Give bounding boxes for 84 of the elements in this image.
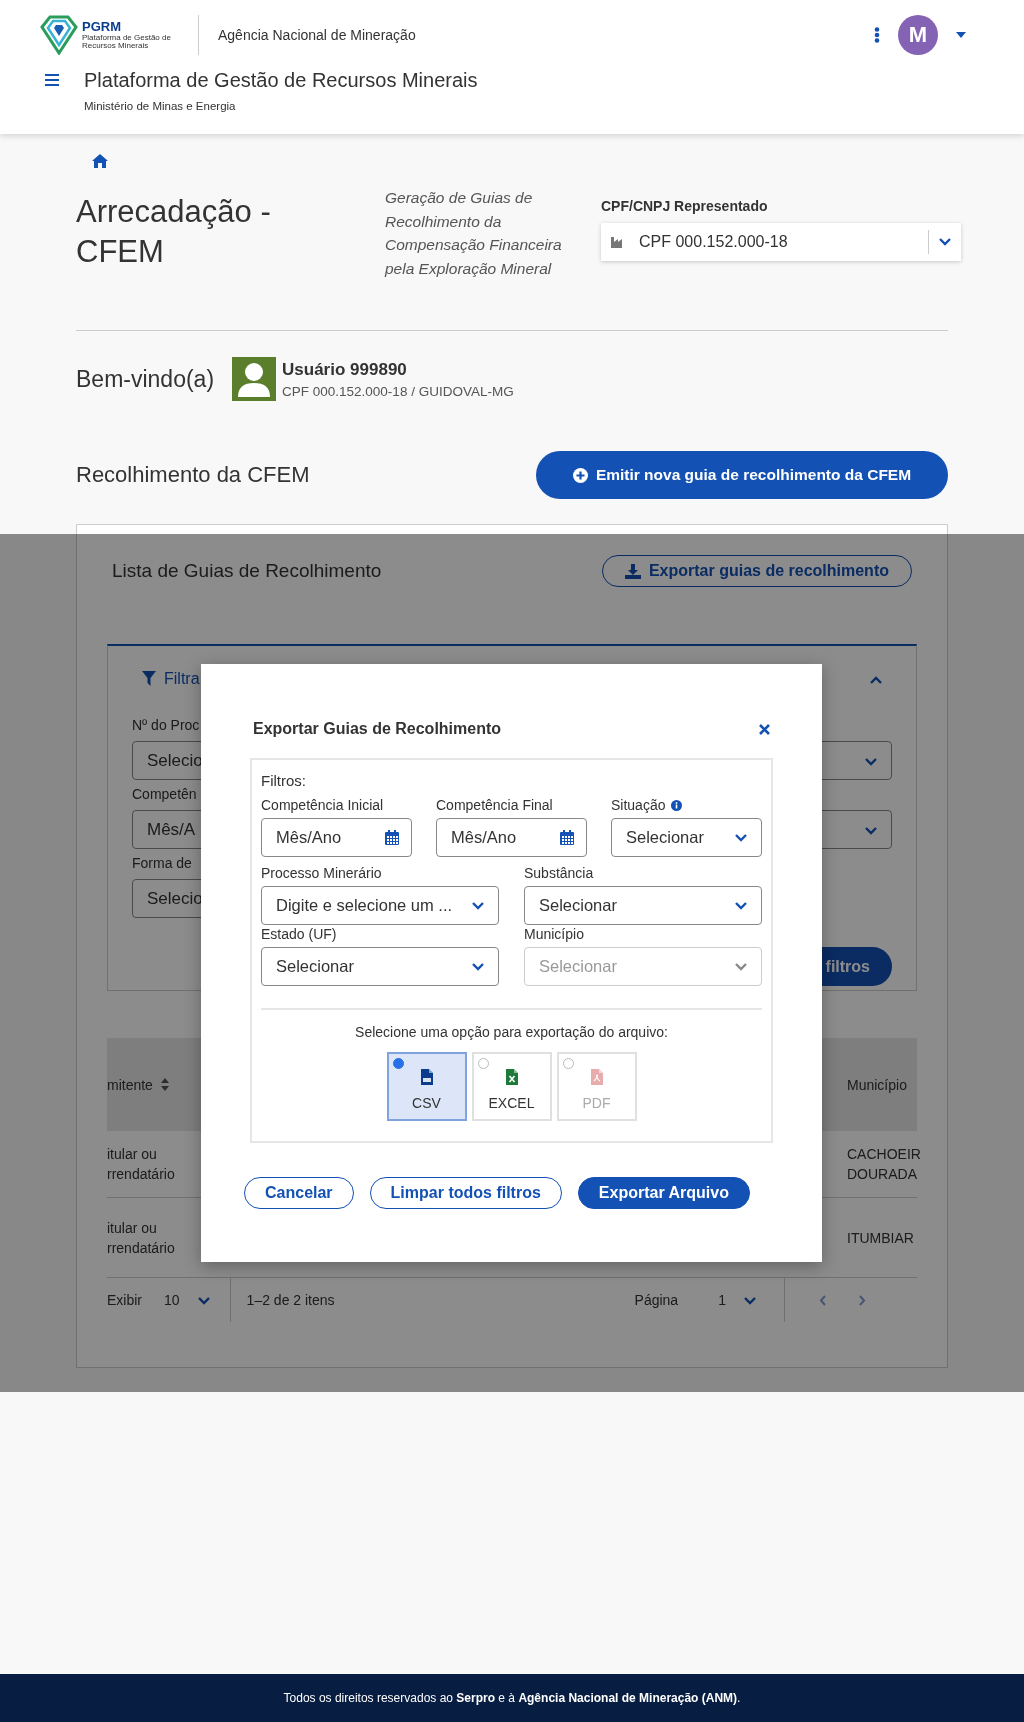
field-label: Competên: [132, 786, 197, 802]
field-label: Município: [524, 926, 584, 942]
field-label: Processo Minerário: [261, 865, 382, 881]
radio-button[interactable]: [392, 1058, 404, 1069]
field-label: Competência Final: [436, 797, 553, 813]
dialog-title: Exportar Guias de Recolhimento: [253, 720, 502, 738]
field-label: Estado (UF): [261, 926, 337, 942]
filter-title[interactable]: Filtra: [164, 669, 200, 688]
format-option[interactable]: EXCEL: [471, 1052, 552, 1121]
calendar-icon[interactable]: [385, 830, 399, 845]
select-field[interactable]: Selecionar: [261, 947, 499, 986]
ministry-name: Ministério de Minas e Energia: [84, 100, 237, 112]
page-title: Arrecadação - CFEM: [76, 193, 272, 271]
table-cell-text: ITUMBIAR: [847, 1228, 914, 1248]
emit-guide-button[interactable]: Emitir nova guia de recolhimento da CFEM: [536, 451, 948, 499]
card-title: Lista de Guias de Recolhimento: [112, 560, 382, 582]
export-file-button[interactable]: Exportar Arquivo: [577, 1177, 750, 1209]
date-field[interactable]: Mês/Ano: [261, 818, 412, 857]
welcome-text: Bem-vindo(a): [76, 365, 215, 393]
date-field[interactable]: Mês/Ano: [436, 818, 587, 857]
dialog-button[interactable]: Limpar todos filtros: [369, 1177, 562, 1209]
caret-icon[interactable]: [956, 32, 966, 38]
dialog-button[interactable]: Cancelar: [244, 1177, 354, 1209]
menu-icon[interactable]: [45, 74, 59, 86]
logo-name: Plataforma de Gestão de Recursos Minerais: [82, 34, 172, 50]
caret-icon: [197, 1297, 210, 1305]
field-label: CPF/CNPJ Representado: [601, 198, 769, 214]
caret-icon: [472, 962, 484, 971]
calendar-icon[interactable]: [560, 830, 574, 845]
logo-icon: [40, 15, 78, 55]
page-size-select[interactable]: 10: [164, 1292, 180, 1308]
field-label: Competência Inicial: [261, 797, 384, 813]
csv-file-icon: [420, 1069, 433, 1085]
footer-text: Todos os direitos reservados ao Serpro e à Agência Nacional de Mineração (ANM).: [0, 1674, 1024, 1722]
column-header[interactable]: mitente: [107, 1074, 153, 1095]
field-label: Nº do Proc: [132, 717, 200, 733]
more-options-icon[interactable]: [874, 27, 880, 43]
select-field[interactable]: CPF 000.152.000-18: [601, 223, 961, 261]
collapse-icon: [870, 675, 882, 684]
table-cell-text: CACHOEIR DOURADA: [847, 1145, 921, 1184]
caret-icon: [939, 238, 951, 246]
user-name: Usuário 999890: [282, 359, 408, 380]
caret-icon: [865, 826, 877, 835]
logo-acronym: PGRM: [82, 20, 122, 34]
sort-icon[interactable]: [160, 1078, 169, 1091]
caret-icon: [735, 833, 747, 842]
pdf-file-icon: [590, 1069, 603, 1085]
factory-icon: [611, 236, 625, 248]
home-icon[interactable]: [92, 154, 108, 168]
filter-icon: [142, 671, 156, 686]
agency-name: Agência Nacional de Mineração: [218, 27, 416, 43]
select-field[interactable]: Selecionar: [524, 886, 762, 925]
radio-button[interactable]: [477, 1058, 489, 1069]
item-range: 1–2 de 2 itens: [246, 1292, 335, 1308]
column-header: Município: [847, 1075, 907, 1095]
user-avatar-icon: [232, 357, 277, 401]
table-cell-text: itular ou rrendatário: [107, 1145, 176, 1184]
page-label: Página: [634, 1292, 679, 1308]
select-field[interactable]: Selecionar: [611, 818, 762, 857]
user-avatar[interactable]: M: [898, 15, 938, 55]
section-title: Recolhimento da CFEM: [76, 462, 310, 488]
table-cell-text: itular ou rrendatário: [107, 1218, 176, 1258]
caret-icon: [735, 962, 747, 971]
page-size-label: Exibir: [107, 1292, 142, 1308]
user-detail: CPF 000.152.000-18 / GUIDOVAL-MG: [282, 383, 514, 399]
plus-circle-icon: [572, 467, 588, 483]
field-label: Situação: [611, 797, 666, 813]
download-icon: [624, 563, 641, 579]
field-label: Forma de: [132, 855, 192, 871]
format-option[interactable]: CSV: [386, 1052, 467, 1121]
info-icon[interactable]: [671, 799, 683, 811]
caret-icon: [743, 1297, 756, 1305]
caret-icon: [472, 901, 484, 910]
field-label: Substância: [524, 865, 594, 881]
close-icon[interactable]: [759, 723, 770, 735]
excel-file-icon: [505, 1069, 518, 1085]
caret-icon: [735, 901, 747, 910]
platform-title: Plataforma de Gestão de Recursos Minerais: [84, 68, 478, 92]
select-field[interactable]: Digite e selecione um ...: [261, 886, 499, 925]
caret-icon: [865, 757, 877, 766]
export-prompt: Selecione uma opção para exportação do arquivo:: [354, 1024, 669, 1040]
page-select[interactable]: 1: [718, 1292, 726, 1308]
filters-label: Filtros:: [261, 772, 307, 789]
page-description: Geração de Guias de Recolhimento da Compensação Financeira pela Exploração Mineral: [385, 188, 563, 279]
